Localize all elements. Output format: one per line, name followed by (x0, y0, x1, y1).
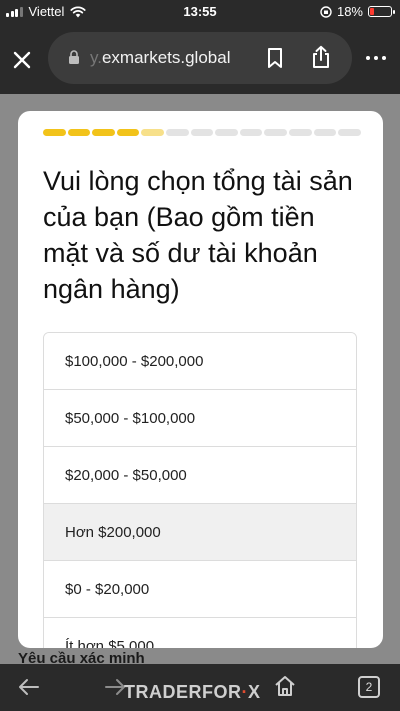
bookmark-icon[interactable] (266, 47, 284, 69)
progress-segment (116, 129, 140, 136)
watermark-logo: TRADERFOR·X (124, 682, 261, 702)
progress-segment (92, 129, 115, 136)
progress-segment (43, 129, 66, 136)
status-right: 18% (320, 4, 395, 19)
option-under-5k[interactable]: Ít hơn $5,000 (44, 618, 356, 648)
browser-toolbar: y.exmarkets.global (0, 24, 400, 94)
close-icon[interactable] (8, 46, 36, 74)
progress-segment (288, 129, 312, 136)
status-bar: Viettel 13:55 18% (0, 0, 400, 24)
progress-segment (190, 129, 214, 136)
bottom-toolbar: TRADERFOR·X 2 (0, 664, 400, 711)
progress-segment (313, 129, 337, 136)
option-20k-50k[interactable]: $20,000 - $50,000 (44, 447, 356, 504)
url-text: y.exmarkets.global (90, 48, 231, 67)
progress-segment (165, 129, 189, 136)
progress-segment (264, 129, 287, 136)
orientation-lock-icon (320, 5, 332, 18)
progress-segment (67, 129, 91, 136)
back-arrow-icon[interactable] (18, 678, 40, 696)
option-100k-200k[interactable]: $100,000 - $200,000 (44, 333, 356, 390)
progress-segment (141, 129, 164, 136)
progress-segment (215, 129, 238, 136)
question-title: Vui lòng chọn tổng tài sản của bạn (Bao … (43, 166, 353, 304)
option-50k-100k[interactable]: $50,000 - $100,000 (44, 390, 356, 447)
progress-segment (239, 129, 263, 136)
options-list: $100,000 - $200,000 $50,000 - $100,000 $… (43, 332, 357, 648)
asset-question-modal: Vui lòng chọn tổng tài sản của bạn (Bao … (18, 111, 383, 648)
option-0-20k[interactable]: $0 - $20,000 (44, 561, 356, 618)
more-icon[interactable] (366, 56, 386, 60)
address-bar[interactable]: y.exmarkets.global (48, 32, 352, 84)
share-icon[interactable] (310, 45, 332, 69)
progress-segment (338, 129, 361, 136)
battery-percent: 18% (336, 4, 363, 19)
lock-icon (69, 50, 79, 64)
option-over-200k[interactable]: Hơn $200,000 (44, 504, 356, 561)
forward-arrow-icon[interactable] (104, 678, 126, 696)
battery-icon (368, 6, 395, 17)
progress-bar (43, 129, 361, 136)
home-icon[interactable] (274, 675, 296, 697)
tabs-icon[interactable]: 2 (358, 676, 380, 698)
